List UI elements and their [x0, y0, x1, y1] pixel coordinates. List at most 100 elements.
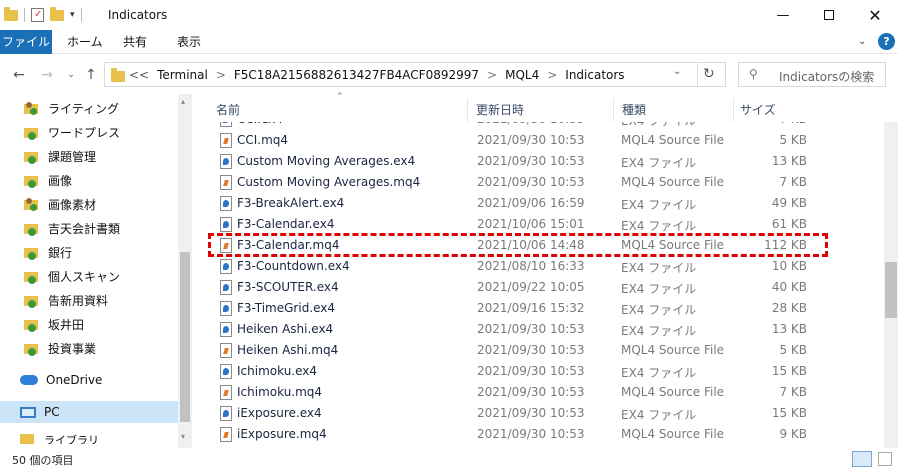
file-type: EX4 ファイル: [621, 366, 697, 380]
file-row[interactable]: iExposure.ex4 2021/09/30 10:53 EX4 ファイル 15 …: [212, 403, 880, 424]
column-header-date[interactable]: 更新日時: [476, 98, 524, 122]
search-input[interactable]: Indicatorsの検索: [779, 68, 874, 85]
file-type: MQL4 Source File: [621, 175, 725, 189]
column-divider[interactable]: [613, 98, 614, 122]
file-size: 7 KB: [779, 175, 807, 189]
maximize-button[interactable]: [806, 0, 852, 30]
file-row[interactable]: F3-BreakAlert.ex4 2021/09/06 16:59 EX4 ファイ…: [212, 193, 880, 214]
address-bar[interactable]: << Terminal > F5C18A2156882613427FB4ACF0…: [104, 62, 726, 87]
up-button[interactable]: ↑: [80, 64, 102, 86]
sort-up-icon: ⌃: [336, 92, 344, 102]
file-type: MQL4 Source File: [621, 427, 725, 441]
scroll-up-icon[interactable]: ▴: [181, 97, 185, 106]
close-button[interactable]: ✕: [852, 0, 898, 30]
file-size: 40 KB: [771, 280, 807, 294]
tab-file[interactable]: ファイル: [0, 30, 52, 54]
file-type: MQL4 Source File: [621, 385, 725, 399]
file-size: 28 KB: [771, 301, 807, 315]
refresh-icon[interactable]: ↻: [703, 66, 715, 82]
breadcrumb-mql4[interactable]: MQL4: [505, 68, 539, 82]
ex4-file-icon: [220, 196, 232, 211]
file-size: 7 KB: [779, 122, 807, 126]
search-icon: ⚲: [749, 67, 758, 81]
details-view-icon[interactable]: [852, 451, 872, 467]
column-divider[interactable]: [467, 98, 468, 122]
breadcrumb-terminal[interactable]: Terminal: [157, 68, 208, 82]
file-size: 5 KB: [779, 133, 807, 147]
shared-folder-icon: [24, 101, 40, 115]
address-dropdown-icon[interactable]: ⌄: [673, 66, 681, 77]
file-size: 49 KB: [771, 196, 807, 210]
file-size: 15 KB: [771, 406, 807, 420]
file-name: CCI.mq4: [237, 133, 289, 147]
ex4-file-icon: [220, 154, 232, 169]
help-icon[interactable]: ?: [878, 33, 895, 50]
file-date: 2021/09/30 10:53: [477, 122, 585, 126]
file-date: 2021/09/30 10:53: [477, 364, 585, 378]
new-folder-icon[interactable]: [50, 6, 64, 21]
breadcrumb-overflow[interactable]: <<: [129, 68, 149, 82]
file-size: 5 KB: [779, 343, 807, 357]
column-divider[interactable]: [733, 98, 734, 122]
tab-share[interactable]: 共有: [114, 30, 156, 54]
file-row[interactable]: F3-SCOUTER.ex4 2021/09/22 10:05 EX4 ファイル 40…: [212, 277, 880, 298]
file-size: 7 KB: [779, 385, 807, 399]
file-name: F3-BreakAlert.ex4: [237, 196, 345, 210]
file-row[interactable]: F3-TimeGrid.ex4 2021/09/16 15:32 EX4 ファイル 2…: [212, 298, 880, 319]
file-row[interactable]: CCI.mq4 2021/09/30 10:53 MQL4 Source File 5…: [212, 130, 880, 151]
mq4-file-icon: [220, 427, 232, 442]
file-name: F3-Calendar.ex4: [237, 217, 335, 231]
file-row[interactable]: Heiken Ashi.ex4 2021/09/30 10:53 EX4 ファイル 1…: [212, 319, 880, 340]
file-row[interactable]: F3-Countdown.ex4 2021/08/10 16:33 EX4 ファイル…: [212, 256, 880, 277]
file-row[interactable]: Custom Moving Averages.ex4 2021/09/30 10:…: [212, 151, 880, 172]
column-header-size[interactable]: サイズ: [740, 98, 776, 122]
address-divider: [697, 63, 698, 86]
quick-access-toolbar: ✓ ▾: [4, 5, 82, 25]
file-name: F3-Countdown.ex4: [237, 259, 350, 273]
mq4-file-icon: [220, 385, 232, 400]
file-date: 2021/09/30 10:53: [477, 175, 585, 189]
tab-view[interactable]: 表示: [168, 30, 210, 54]
file-row[interactable]: iExposure.mq4 2021/09/30 10:53 MQL4 Source…: [212, 424, 880, 445]
file-name: Heiken Ashi.ex4: [237, 322, 334, 336]
minimize-button[interactable]: —: [760, 0, 806, 30]
file-row[interactable]: Heiken Ashi.mq4 2021/09/30 10:53 MQL4 Sour…: [212, 340, 880, 361]
file-size: 15 KB: [771, 364, 807, 378]
file-date: 2021/09/30 10:53: [477, 343, 585, 357]
properties-icon[interactable]: ✓: [31, 8, 44, 22]
breadcrumb-terminal-id[interactable]: F5C18A2156882613427FB4ACF0892997: [234, 68, 479, 82]
column-header-type[interactable]: 種類: [622, 98, 646, 122]
sidebar-item-label: ライティング: [48, 101, 120, 116]
file-row[interactable]: CCI.ex4 2021/09/30 10:53 EX4 ファイル 7 KB: [212, 122, 880, 130]
file-row[interactable]: Ichimoku.mq4 2021/09/30 10:53 MQL4 Source …: [212, 382, 880, 403]
file-row[interactable]: F3-Calendar.ex4 2021/10/06 15:01 EX4 ファイル 6…: [212, 214, 880, 235]
forward-button[interactable]: →: [36, 64, 58, 86]
scrollbar-thumb[interactable]: [885, 262, 897, 318]
ribbon-expand-icon[interactable]: ⌄: [858, 36, 866, 47]
file-date: 2021/09/30 10:53: [477, 406, 585, 420]
file-type: EX4 ファイル: [621, 198, 697, 212]
file-date: 2021/08/10 16:33: [477, 259, 585, 273]
qat-dropdown-icon[interactable]: ▾: [70, 10, 75, 20]
large-icons-view-icon[interactable]: [878, 452, 892, 466]
file-date: 2021/09/22 10:05: [477, 280, 585, 294]
file-type: EX4 ファイル: [621, 219, 697, 233]
file-type: EX4 ファイル: [621, 261, 697, 275]
column-header-name[interactable]: 名前: [216, 98, 240, 122]
tab-home[interactable]: ホーム: [58, 30, 112, 54]
back-arrow-icon: ←: [13, 67, 25, 83]
sidebar-item-writing[interactable]: ライティング: [24, 97, 119, 119]
file-row[interactable]: Custom Moving Averages.mq4 2021/09/30 10:…: [212, 172, 880, 193]
file-size: 61 KB: [771, 217, 807, 231]
file-name: iExposure.ex4: [237, 406, 322, 420]
up-arrow-icon: ↑: [85, 67, 97, 83]
back-button[interactable]: ←: [8, 64, 30, 86]
file-date: 2021/09/16 15:32: [477, 301, 585, 315]
breadcrumb-indicators[interactable]: Indicators: [565, 68, 624, 82]
recent-locations-button[interactable]: ⌄: [60, 64, 82, 86]
search-box[interactable]: ⚲ Indicatorsの検索: [738, 62, 886, 87]
ex4-file-icon: [220, 364, 232, 379]
file-size: 13 KB: [771, 322, 807, 336]
file-type: EX4 ファイル: [621, 122, 696, 129]
file-row[interactable]: Ichimoku.ex4 2021/09/30 10:53 EX4 ファイル 15 K…: [212, 361, 880, 382]
